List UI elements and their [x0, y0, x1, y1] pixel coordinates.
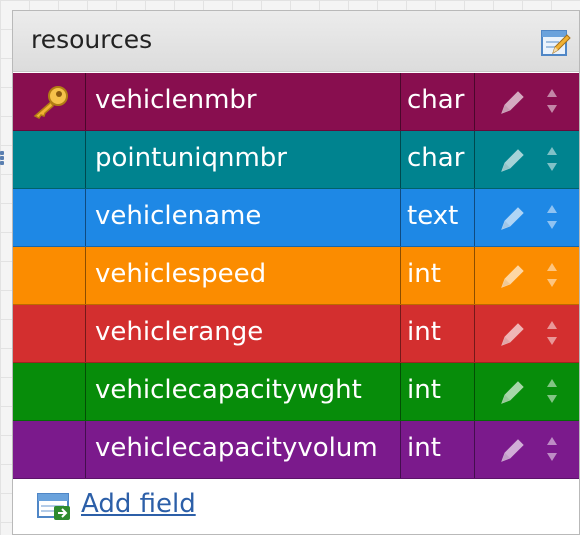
field-row-vehiclespeed[interactable]: vehiclespeed int — [13, 247, 579, 305]
field-name[interactable]: vehiclenmbr — [86, 73, 401, 130]
field-row-vehiclename[interactable]: vehiclename text — [13, 189, 579, 247]
pencil-icon[interactable] — [497, 378, 527, 408]
sort-arrows-icon[interactable] — [545, 376, 559, 406]
sort-arrows-icon[interactable] — [545, 86, 559, 116]
key-icon — [31, 85, 71, 119]
field-name[interactable]: vehiclename — [86, 189, 401, 246]
field-type[interactable]: char — [401, 73, 475, 130]
field-actions — [475, 189, 579, 246]
field-type[interactable]: char — [401, 131, 475, 188]
sort-arrows-icon[interactable] — [545, 318, 559, 348]
field-actions — [475, 131, 579, 188]
pencil-icon[interactable] — [497, 146, 527, 176]
field-type[interactable]: text — [401, 189, 475, 246]
pencil-icon[interactable] — [497, 204, 527, 234]
pencil-icon[interactable] — [497, 436, 527, 466]
field-name[interactable]: vehiclerange — [86, 305, 401, 362]
field-row-pointuniqnmbr[interactable]: pointuniqnmbr char — [13, 131, 579, 189]
field-actions — [475, 363, 579, 420]
field-key-cell — [13, 363, 86, 420]
pencil-icon[interactable] — [497, 262, 527, 292]
field-key-cell — [13, 189, 86, 246]
sort-arrows-icon[interactable] — [545, 434, 559, 464]
field-name[interactable]: pointuniqnmbr — [86, 131, 401, 188]
field-name[interactable]: vehiclecapacitywght — [86, 363, 401, 420]
field-row-vehiclecapacitywght[interactable]: vehiclecapacitywght int — [13, 363, 579, 421]
pencil-icon[interactable] — [497, 88, 527, 118]
field-key-cell — [13, 247, 86, 304]
field-actions — [475, 305, 579, 362]
field-actions — [475, 73, 579, 130]
field-name[interactable]: vehiclecapacityvolum — [86, 421, 401, 478]
field-type[interactable]: int — [401, 247, 475, 304]
add-field-icon[interactable] — [37, 493, 71, 521]
field-row-vehiclecapacityvolum[interactable]: vehiclecapacityvolum int — [13, 421, 579, 479]
field-key-cell — [13, 305, 86, 362]
field-key-cell — [13, 73, 86, 130]
field-actions — [475, 421, 579, 478]
table-footer: Add field — [13, 476, 579, 534]
field-row-vehiclenmbr[interactable]: vehiclenmbr char — [13, 73, 579, 131]
field-key-cell — [13, 421, 86, 478]
add-field-link[interactable]: Add field — [81, 489, 196, 519]
field-actions — [475, 247, 579, 304]
sort-arrows-icon[interactable] — [545, 144, 559, 174]
field-key-cell — [13, 131, 86, 188]
pencil-icon[interactable] — [497, 320, 527, 350]
table-title: resources — [31, 25, 153, 54]
field-type[interactable]: int — [401, 421, 475, 478]
field-rows: vehiclenmbr char pointuniqnmbr char vehiclen… — [13, 73, 579, 479]
table-header: resources — [13, 11, 579, 72]
field-type[interactable]: int — [401, 363, 475, 420]
field-type[interactable]: int — [401, 305, 475, 362]
canvas-edge-connector — [0, 150, 6, 166]
field-name[interactable]: vehiclespeed — [86, 247, 401, 304]
table-card-resources: resources vehiclenmbr char pointuniqnmbr ch… — [12, 10, 580, 535]
field-row-vehiclerange[interactable]: vehiclerange int — [13, 305, 579, 363]
sort-arrows-icon[interactable] — [545, 260, 559, 290]
edit-table-icon[interactable] — [539, 26, 571, 58]
sort-arrows-icon[interactable] — [545, 202, 559, 232]
